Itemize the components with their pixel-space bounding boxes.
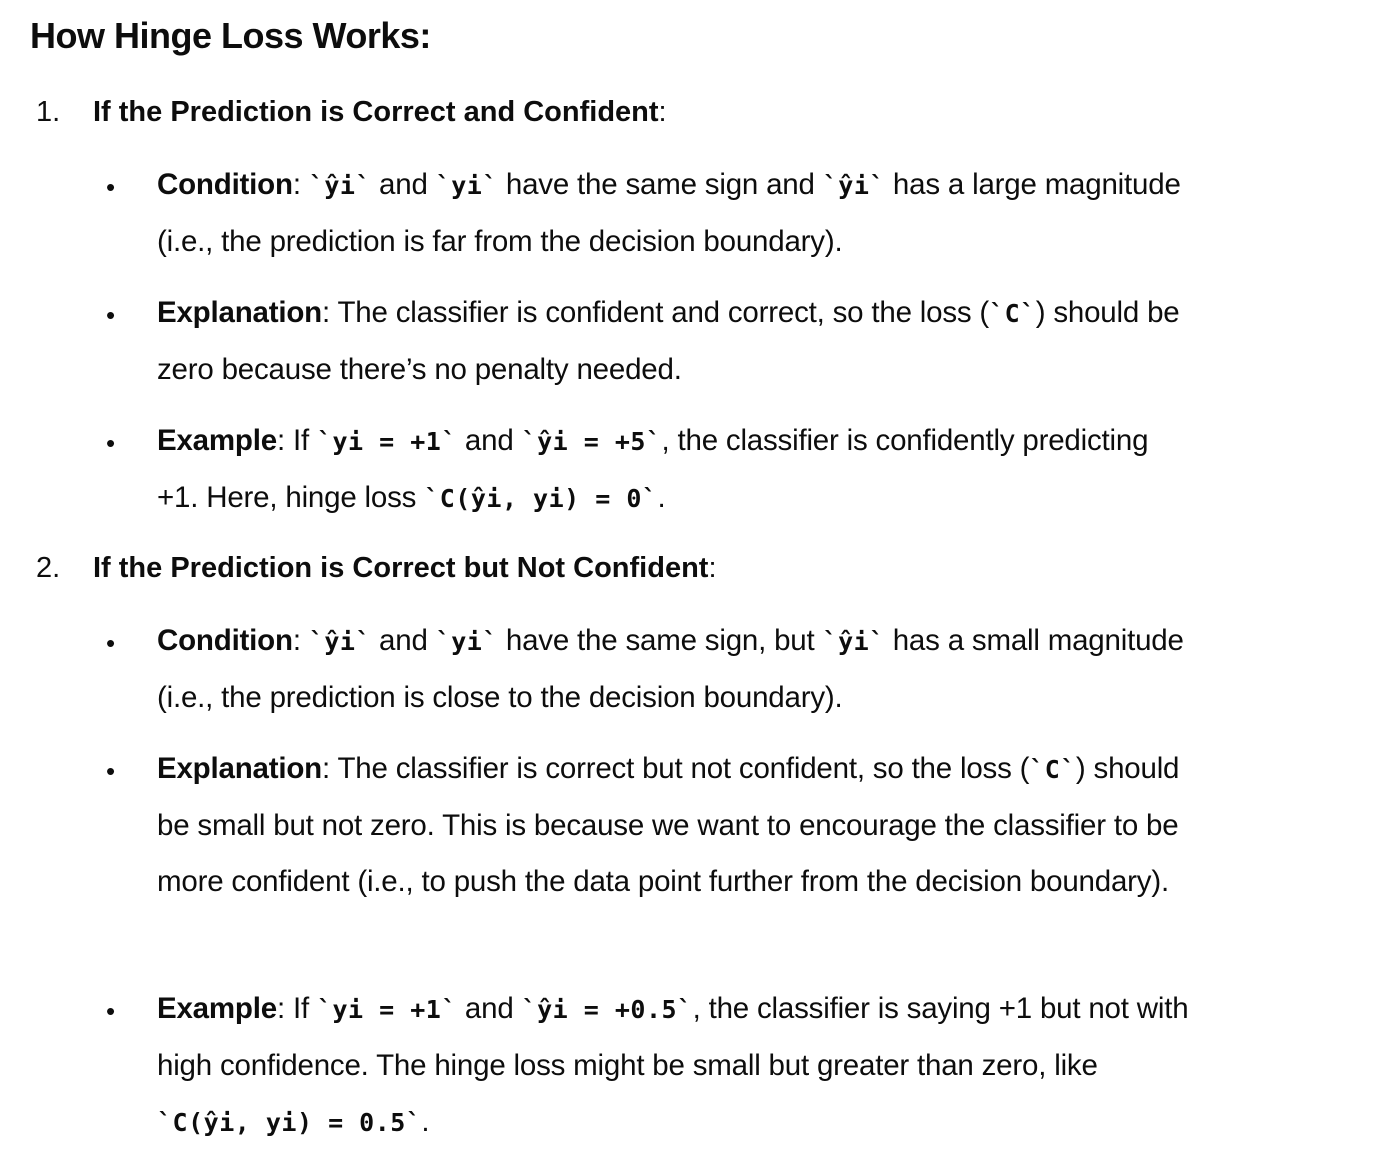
inline-code: `ŷi` [308, 171, 372, 200]
section-1-example: Example: If `yi = +1` and `ŷi = +5`, the… [157, 413, 1197, 527]
inline-code: `ŷi` [822, 171, 885, 200]
inline-code: `yi` [435, 627, 498, 656]
inline-code: `yi` [435, 171, 498, 200]
text: : If [276, 992, 317, 1025]
bullet-label: Condition [157, 624, 293, 657]
inline-code: `C(ŷi, yi) = 0.5` [157, 1108, 422, 1137]
inline-code: `C` [1029, 755, 1076, 784]
colon: : [658, 96, 667, 128]
text: and [371, 624, 436, 657]
text: and [456, 424, 522, 457]
bullet-dot: • [106, 756, 116, 786]
bullet-dot: • [106, 300, 116, 330]
inline-code: `ŷi` [308, 627, 372, 656]
section-2-explanation: Explanation: The classifier is correct b… [157, 741, 1197, 910]
text: have the same sign, but [497, 624, 823, 657]
bullet-label: Explanation [157, 296, 322, 329]
section-2-heading: 2. If the Prediction is Correct but Not C… [36, 548, 717, 588]
bullet-label: Example [157, 992, 277, 1025]
section-1-condition: Condition: `ŷi` and `yi` have the same s… [157, 157, 1197, 270]
bullet-dot: • [106, 628, 116, 658]
section-title: If the Prediction is Correct and Confide… [93, 96, 659, 128]
inline-code: `yi = +1` [316, 427, 457, 456]
bullet-dot: • [106, 996, 116, 1026]
text: : If [276, 424, 317, 457]
text: have the same sign and [497, 168, 823, 201]
page-heading: How Hinge Loss Works: [30, 15, 431, 56]
bullet-dot: • [106, 428, 116, 458]
text: . [657, 481, 666, 514]
bullet-label: Explanation [157, 752, 322, 785]
inline-code: `ŷi` [822, 627, 885, 656]
section-1-explanation: Explanation: The classifier is confident… [157, 285, 1197, 398]
section-1-heading: 1. If the Prediction is Correct and Confi… [36, 92, 667, 132]
section-title: If the Prediction is Correct but Not Con… [93, 552, 709, 584]
inline-code: `ŷi = +5` [521, 427, 662, 456]
text: . [421, 1105, 430, 1138]
inline-code: `yi = +1` [316, 995, 457, 1024]
text: : The classifier is correct but not conf… [322, 752, 1030, 785]
section-2-example: Example: If `yi = +1` and `ŷi = +0.5`, t… [157, 981, 1197, 1151]
section-number: 1. [36, 96, 61, 128]
bullet-label: Example [157, 424, 277, 457]
inline-code: `C` [989, 299, 1036, 328]
text: and [371, 168, 436, 201]
colon: : [708, 552, 717, 584]
text: : [292, 624, 309, 657]
bullet-label: Condition [157, 168, 293, 201]
section-2-condition: Condition: `ŷi` and `yi` have the same s… [157, 613, 1197, 726]
inline-code: `ŷi = +0.5` [521, 995, 693, 1024]
bullet-dot: • [106, 172, 116, 202]
inline-code: `C(ŷi, yi) = 0` [424, 484, 658, 513]
text: and [456, 992, 522, 1025]
text: : The classifier is confident and correc… [322, 296, 990, 329]
text: : [292, 168, 309, 201]
section-number: 2. [36, 552, 61, 584]
